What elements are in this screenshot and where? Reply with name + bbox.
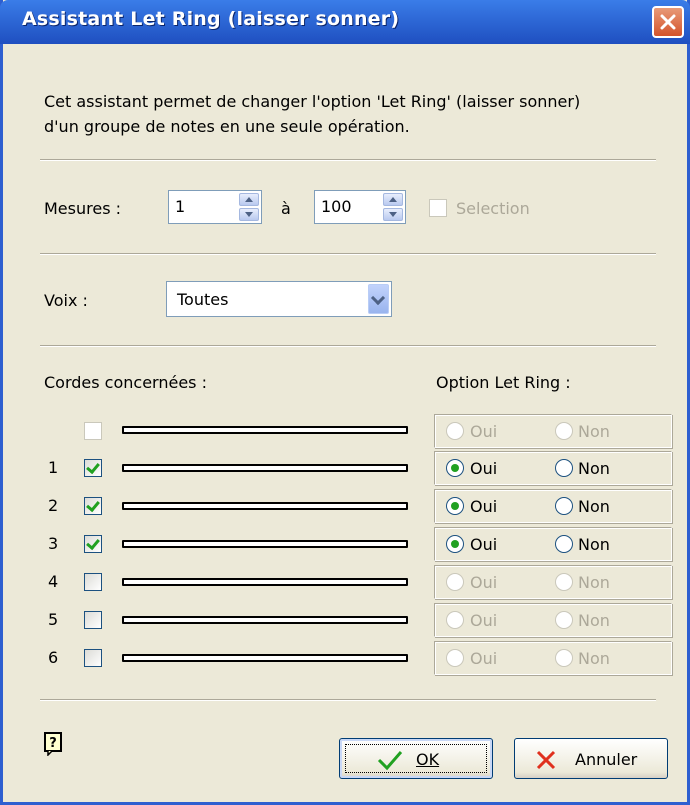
string-line	[122, 502, 408, 510]
close-icon	[660, 14, 676, 30]
let-ring-option-group: Oui Non	[434, 565, 672, 599]
strings-label: Cordes concernées :	[44, 373, 207, 392]
string-3-checkbox[interactable]	[84, 535, 102, 553]
cancel-button[interactable]: Annuler	[514, 738, 668, 779]
string-line	[122, 540, 408, 548]
let-ring-option-label: Option Let Ring :	[436, 373, 571, 392]
yes-label: Oui	[470, 459, 498, 478]
yes-label: Oui	[470, 649, 498, 668]
description-line-1: Cet assistant permet de changer l'option…	[44, 92, 581, 111]
separator	[40, 253, 656, 255]
let-ring-option-group: Oui Non	[434, 603, 672, 637]
string-1-checkbox[interactable]	[84, 459, 102, 477]
string-number: 3	[48, 534, 59, 553]
string-line	[122, 578, 408, 586]
no-label: Non	[578, 497, 610, 516]
string-number: 1	[48, 458, 59, 477]
no-label: Non	[578, 611, 610, 630]
string-number: 2	[48, 496, 59, 515]
yes-radio[interactable]	[446, 611, 464, 629]
string-number: 5	[48, 610, 59, 629]
no-label: Non	[578, 535, 610, 554]
measures-to-value: 100	[321, 197, 352, 216]
let-ring-dialog: Assistant Let Ring (laisser sonner) Cet …	[0, 0, 690, 805]
increment-arrow-icon[interactable]	[383, 193, 403, 206]
string-line	[122, 426, 408, 434]
no-radio[interactable]	[555, 573, 573, 591]
measures-from-value: 1	[175, 197, 186, 216]
decrement-arrow-icon[interactable]	[239, 208, 259, 221]
checkmark-icon	[377, 751, 403, 771]
string-line	[122, 654, 408, 662]
separator	[40, 699, 656, 701]
voice-dropdown[interactable]: Toutes	[166, 281, 392, 317]
selection-checkbox[interactable]	[429, 199, 447, 217]
let-ring-option-group: Oui Non	[434, 641, 672, 675]
yes-label: Oui	[470, 535, 498, 554]
yes-label: Oui	[470, 422, 498, 441]
help-icon[interactable]: ?	[44, 732, 64, 756]
let-ring-option-group: Oui Non	[434, 451, 672, 485]
yes-label: Oui	[470, 573, 498, 592]
string-line	[122, 616, 408, 624]
yes-radio[interactable]	[446, 459, 464, 477]
measures-to-label: à	[281, 199, 291, 218]
yes-label: Oui	[470, 611, 498, 630]
cancel-label: Annuler	[575, 750, 638, 769]
separator	[40, 345, 656, 347]
close-button[interactable]	[652, 6, 684, 38]
voice-selected-value: Toutes	[177, 290, 229, 309]
yes-label: Oui	[470, 497, 498, 516]
let-ring-option-group: Oui Non	[434, 489, 672, 523]
ok-label: OK	[416, 750, 440, 769]
measures-from-stepper[interactable]: 1	[168, 190, 262, 224]
separator	[40, 159, 656, 161]
increment-arrow-icon[interactable]	[239, 193, 259, 206]
cross-icon	[536, 750, 556, 770]
no-radio[interactable]	[555, 497, 573, 515]
string-number: 4	[48, 572, 59, 591]
selection-label: Selection	[456, 199, 530, 218]
no-radio[interactable]	[555, 459, 573, 477]
string-6-checkbox[interactable]	[84, 649, 102, 667]
no-radio[interactable]	[555, 611, 573, 629]
let-ring-option-group: Oui Non	[434, 527, 672, 561]
svg-text:?: ?	[49, 736, 57, 751]
no-radio[interactable]	[555, 422, 573, 440]
no-radio[interactable]	[555, 535, 573, 553]
title-bar[interactable]: Assistant Let Ring (laisser sonner)	[0, 0, 690, 44]
no-radio[interactable]	[555, 649, 573, 667]
yes-radio[interactable]	[446, 535, 464, 553]
measures-to-stepper[interactable]: 100	[314, 190, 406, 224]
ok-button[interactable]: OK	[339, 738, 493, 779]
no-label: Non	[578, 573, 610, 592]
yes-radio[interactable]	[446, 649, 464, 667]
let-ring-option-group: Oui Non	[434, 414, 672, 448]
yes-radio[interactable]	[446, 422, 464, 440]
chevron-down-icon[interactable]	[368, 284, 389, 314]
no-label: Non	[578, 649, 610, 668]
string-number: 6	[48, 648, 59, 667]
string-all-checkbox[interactable]	[84, 422, 102, 440]
no-label: Non	[578, 459, 610, 478]
measures-label: Mesures :	[44, 199, 122, 218]
yes-radio[interactable]	[446, 497, 464, 515]
string-2-checkbox[interactable]	[84, 497, 102, 515]
voice-label: Voix :	[44, 291, 88, 310]
window-title: Assistant Let Ring (laisser sonner)	[22, 8, 400, 30]
string-5-checkbox[interactable]	[84, 611, 102, 629]
string-4-checkbox[interactable]	[84, 573, 102, 591]
decrement-arrow-icon[interactable]	[383, 208, 403, 221]
string-line	[122, 464, 408, 472]
no-label: Non	[578, 422, 610, 441]
description-line-2: d'un groupe de notes en une seule opérat…	[44, 117, 410, 136]
yes-radio[interactable]	[446, 573, 464, 591]
